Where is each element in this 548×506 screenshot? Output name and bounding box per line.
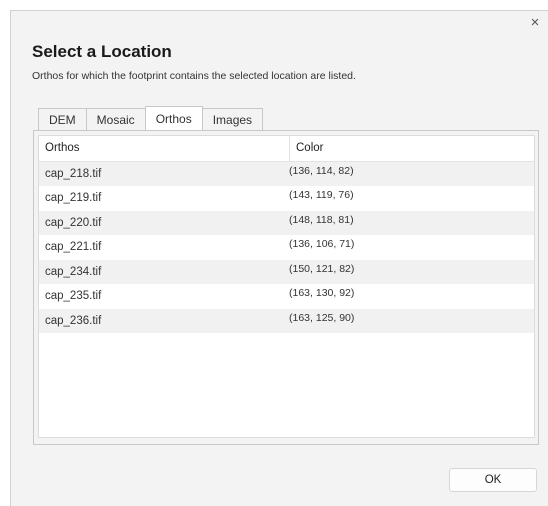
dialog-title: Select a Location <box>32 42 172 61</box>
close-icon[interactable]: × <box>526 14 544 32</box>
ortho-color: (150, 121, 82) <box>289 262 355 275</box>
ortho-name: cap_221.tif <box>45 241 102 254</box>
ortho-name: cap_220.tif <box>45 216 102 229</box>
ortho-name: cap_234.tif <box>45 265 102 278</box>
ortho-color: (163, 125, 90) <box>289 311 355 324</box>
ortho-name: cap_218.tif <box>45 167 102 180</box>
ortho-name: cap_219.tif <box>45 192 102 205</box>
ortho-name: cap_235.tif <box>45 290 102 303</box>
ortho-color: (136, 106, 71) <box>289 238 355 250</box>
table-row[interactable]: cap_220.tif (148, 118, 81) <box>39 210 534 235</box>
column-header-orthos[interactable]: Orthos <box>39 142 289 154</box>
tab-bar: DEM Mosaic Orthos Images <box>38 106 264 130</box>
table-row[interactable]: cap_235.tif (163, 130, 92) <box>39 284 534 309</box>
ortho-color: (136, 114, 82) <box>289 164 354 177</box>
table-row[interactable]: cap_221.tif (136, 106, 71) <box>39 235 534 260</box>
table-header: Orthos Color <box>39 136 534 162</box>
ortho-color: (143, 119, 76) <box>289 189 354 201</box>
orthos-table: Orthos Color cap_218.tif (136, 114, 82) … <box>38 135 535 438</box>
table-body: cap_218.tif (136, 114, 82) cap_219.tif (… <box>39 161 534 333</box>
tab-mosaic[interactable]: Mosaic <box>85 108 146 130</box>
ok-button[interactable]: OK <box>449 468 537 492</box>
select-location-dialog: × Select a Location Orthos for which the… <box>10 10 548 506</box>
table-row[interactable]: cap_236.tif (163, 125, 90) <box>39 308 534 333</box>
ortho-color: (163, 130, 92) <box>289 287 355 299</box>
table-row[interactable]: cap_218.tif (136, 114, 82) <box>39 161 534 186</box>
table-row[interactable]: cap_234.tif (150, 121, 82) <box>39 259 534 284</box>
table-row[interactable]: cap_219.tif (143, 119, 76) <box>39 186 534 211</box>
tab-images[interactable]: Images <box>201 108 264 130</box>
column-header-color[interactable]: Color <box>289 136 534 161</box>
dialog-subtitle: Orthos for which the footprint contains … <box>32 70 356 82</box>
ortho-name: cap_236.tif <box>45 314 102 327</box>
ortho-color: (148, 118, 81) <box>289 213 354 226</box>
tab-panel: Orthos Color cap_218.tif (136, 114, 82) … <box>33 130 539 445</box>
tab-orthos[interactable]: Orthos <box>144 106 203 130</box>
tab-dem[interactable]: DEM <box>38 108 87 130</box>
